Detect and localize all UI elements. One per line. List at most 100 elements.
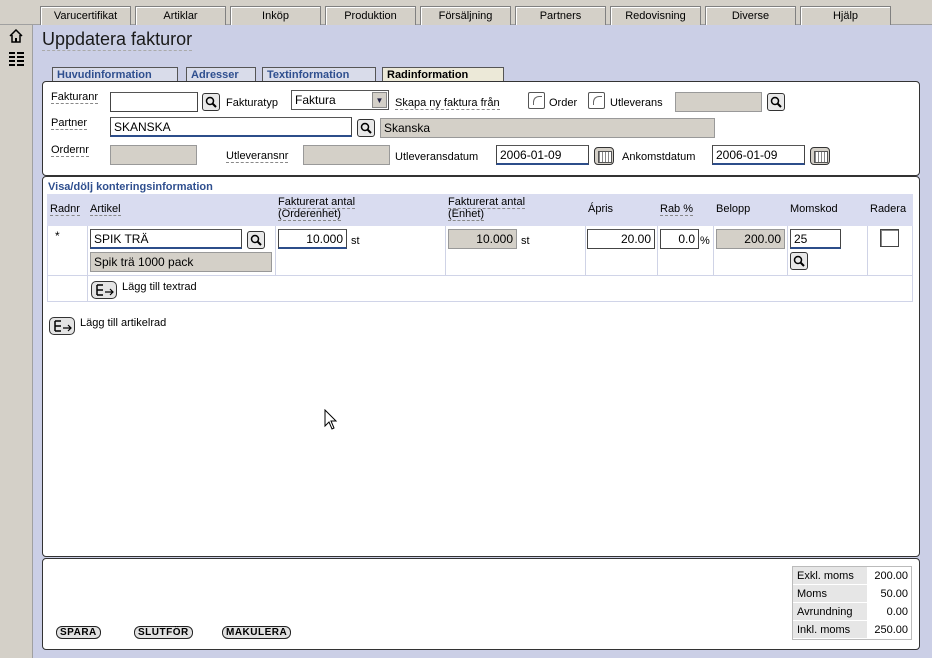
makulera-button[interactable]: MAKULERA — [222, 626, 292, 639]
totals-table: Exkl. moms 200.00 Moms 50.00 Avrundning 0.0… — [792, 566, 912, 640]
row-divider — [47, 275, 913, 276]
col-separator — [787, 226, 788, 275]
list-icon[interactable] — [9, 52, 24, 69]
menu-partners[interactable]: Partners — [515, 6, 606, 25]
col-separator — [445, 226, 446, 275]
ankomstdatum-label: Ankomstdatum — [622, 151, 696, 163]
menu-varucertifikat[interactable]: Varucertifikat — [40, 6, 131, 25]
col-rab: Rab % — [657, 194, 713, 226]
ankomstdatum-input[interactable]: 2006-01-09 — [712, 145, 805, 165]
fakturatyp-value: Faktura — [295, 93, 336, 107]
antal-enhet-unit: st — [521, 235, 530, 247]
momskod-input[interactable]: 25 — [790, 229, 841, 249]
mouse-cursor-icon — [324, 408, 338, 434]
fakturatyp-select[interactable]: Faktura ▼ — [291, 90, 389, 110]
menu-forsaljning[interactable]: Försäljning — [420, 6, 511, 25]
utleveransnr-label: Utleveransnr — [226, 150, 289, 163]
belopp-field: 200.00 — [716, 229, 785, 249]
artikel-description-field: Spik trä 1000 pack — [90, 252, 272, 272]
add-article-row-button[interactable] — [49, 317, 75, 335]
menu-artiklar[interactable]: Artiklar — [135, 6, 226, 25]
main-menu-bar: Varucertifikat Artiklar Inköp Produktion… — [0, 0, 932, 25]
artikel-input[interactable]: SPIK TRÄ — [90, 229, 242, 249]
rabatt-unit: % — [700, 235, 710, 247]
col-fakturerat-orderenhet: Fakturerat antal (Orderenhet) — [275, 194, 445, 226]
ordernr-field — [110, 145, 197, 165]
utleverans-radio[interactable] — [588, 92, 605, 109]
partner-label: Partner — [51, 117, 88, 130]
page-title: Uppdatera fakturor — [42, 29, 193, 51]
utleveransnr-field — [303, 145, 390, 165]
utleveransdatum-input[interactable]: 2006-01-09 — [496, 145, 589, 165]
partner-input[interactable]: SKANSKA — [110, 117, 352, 137]
col-apris: Ápris — [585, 194, 657, 226]
menu-inkop[interactable]: Inköp — [230, 6, 321, 25]
search-icon — [250, 234, 262, 246]
row-radnr: * — [55, 229, 60, 243]
ordernr-label: Ordernr — [51, 144, 89, 157]
col-separator — [87, 226, 88, 302]
add-row-icon — [54, 320, 72, 332]
total-row-avrundning: Avrundning 0.00 — [793, 603, 911, 621]
col-fakturerat-enhet: Fakturerat antal (Enhet) — [445, 194, 585, 226]
fakturatyp-label: Fakturatyp — [226, 97, 278, 109]
menu-diverse[interactable]: Diverse — [705, 6, 796, 25]
col-belopp: Belopp — [713, 194, 787, 226]
radera-checkbox[interactable] — [880, 229, 899, 247]
order-radio[interactable] — [528, 92, 545, 109]
antal-enhet-field: 10.000 — [448, 229, 517, 249]
total-row-exkl-moms: Exkl. moms 200.00 — [793, 567, 911, 585]
fakturanr-input[interactable] — [110, 92, 198, 112]
partner-name-field: Skanska — [380, 118, 715, 138]
add-article-row-label[interactable]: Lägg till artikelrad — [80, 317, 166, 329]
col-momskod: Momskod — [787, 194, 867, 226]
toggle-kontering-link[interactable]: Visa/dölj konteringsinformation — [48, 181, 213, 193]
utleverans-search-button[interactable] — [767, 93, 785, 111]
col-artikel: Artikel — [87, 194, 275, 226]
menu-hjalp[interactable]: Hjälp — [800, 6, 891, 25]
left-toolbar — [0, 25, 33, 658]
order-label: Order — [549, 97, 578, 109]
antal-orderenhet-input[interactable]: 10.000 — [278, 229, 347, 249]
tab-radinformation[interactable]: Radinformation — [382, 67, 504, 82]
col-separator — [713, 226, 714, 275]
search-icon — [360, 122, 372, 134]
total-row-inkl-moms: Inkl. moms 250.00 — [793, 621, 911, 639]
skapa-label: Skapa ny faktura från — [395, 97, 500, 110]
slutfor-button[interactable]: SLUTFÖR — [134, 626, 193, 639]
tab-adresser[interactable]: Adresser — [186, 67, 256, 82]
ankomstdatum-calendar-icon[interactable] — [810, 147, 830, 165]
utleverans-label: Utleverans — [610, 97, 663, 109]
search-icon — [793, 255, 805, 267]
utleverans-input — [675, 92, 762, 112]
col-separator — [275, 226, 276, 275]
partner-search-button[interactable] — [357, 119, 375, 137]
tab-textinformation[interactable]: Textinformation — [262, 67, 376, 82]
add-text-row-label[interactable]: Lägg till textrad — [122, 281, 197, 293]
utleveransdatum-calendar-icon[interactable] — [594, 147, 614, 165]
menu-produktion[interactable]: Produktion — [325, 6, 416, 25]
momskod-search-button[interactable] — [790, 252, 808, 270]
col-separator — [657, 226, 658, 275]
fakturanr-label: Fakturanr — [51, 91, 99, 104]
search-icon — [770, 96, 782, 108]
tab-huvudinformation[interactable]: Huvudinformation — [52, 67, 178, 82]
rabatt-input[interactable]: 0.0 — [660, 229, 699, 249]
col-radnr: Radnr — [47, 194, 87, 226]
col-radera: Radera — [867, 194, 913, 226]
total-row-moms: Moms 50.00 — [793, 585, 911, 603]
antal-orderenhet-unit: st — [351, 235, 360, 247]
artikel-search-button[interactable] — [247, 231, 265, 249]
add-row-icon — [96, 284, 114, 296]
col-separator — [585, 226, 586, 275]
add-text-row-button[interactable] — [91, 281, 117, 299]
search-icon — [205, 96, 217, 108]
col-separator — [867, 226, 868, 275]
home-icon[interactable] — [9, 28, 23, 46]
menu-redovisning[interactable]: Redovisning — [610, 6, 701, 25]
utleveransdatum-label: Utleveransdatum — [395, 151, 479, 163]
chevron-down-icon: ▼ — [372, 92, 387, 108]
spara-button[interactable]: SPARA — [56, 626, 101, 639]
apris-input[interactable]: 20.00 — [587, 229, 655, 249]
fakturanr-search-button[interactable] — [202, 93, 220, 111]
